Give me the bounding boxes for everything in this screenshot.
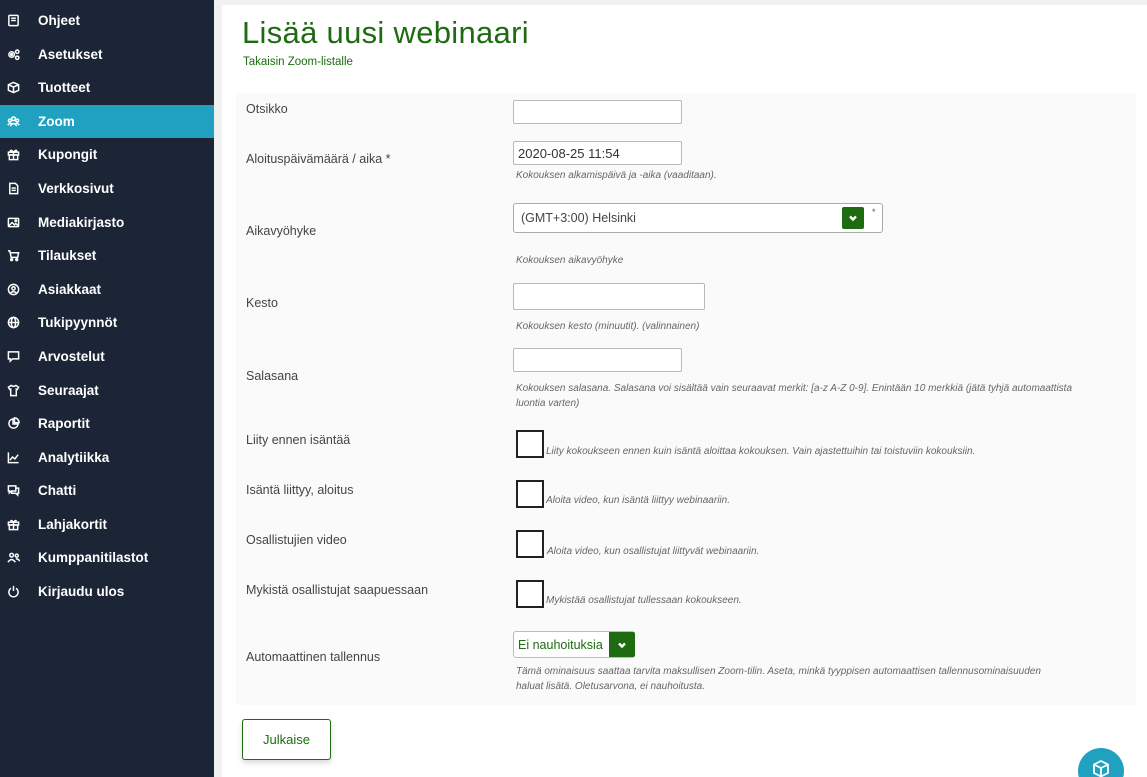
auto-recording-value: Ei nauhoituksia <box>518 637 603 652</box>
timezone-value: (GMT+3:00) Helsinki <box>521 211 636 225</box>
sidebar-item-analytiikka[interactable]: Analytiikka <box>0 441 214 474</box>
host-video-label: Isäntä liittyy, aloitus <box>246 483 354 497</box>
sidebar-item-label: Tilaukset <box>38 248 97 263</box>
duration-label: Kesto <box>246 296 278 310</box>
password-help: Kokouksen salasana. Salasana voi sisältä… <box>516 383 1073 409</box>
start-datetime-input[interactable] <box>513 141 682 165</box>
timezone-help: Kokouksen aikavyöhyke <box>516 255 624 266</box>
sidebar-item-arvostelut[interactable]: Arvostelut <box>0 340 214 373</box>
sidebar-item-tukipyynnot[interactable]: Tukipyynnöt <box>0 306 214 339</box>
chevron-down-icon[interactable] <box>842 207 864 229</box>
sidebar-item-label: Verkkosivut <box>38 181 114 196</box>
sidebar-item-label: Kupongit <box>38 147 98 162</box>
sidebar-item-zoom[interactable]: Zoom <box>0 105 214 138</box>
title-label: Otsikko <box>246 102 288 116</box>
gift-card-icon <box>6 518 20 532</box>
gears-icon <box>6 48 20 62</box>
main-content: Lisää uusi webinaari Takaisin Zoom-lista… <box>222 5 1147 777</box>
chevron-down-icon[interactable] <box>609 632 635 657</box>
shirt-icon <box>6 384 20 398</box>
sidebar-item-raportit[interactable]: Raportit <box>0 407 214 440</box>
sidebar-item-label: Seuraajat <box>38 383 99 398</box>
file-icon <box>6 182 20 196</box>
back-to-zoom-list-link[interactable]: Takaisin Zoom-listalle <box>243 56 353 68</box>
power-icon <box>6 585 20 599</box>
participant-video-checkbox[interactable] <box>516 530 544 558</box>
line-chart-icon <box>6 451 20 465</box>
sidebar-item-chatti[interactable]: Chatti <box>0 474 214 507</box>
comment-icon <box>6 350 20 364</box>
sidebar-item-label: Tukipyynnöt <box>38 315 118 330</box>
join-before-host-checkbox[interactable] <box>516 430 544 458</box>
image-icon <box>6 216 20 230</box>
sidebar-item-tuotteet[interactable]: Tuotteet <box>0 71 214 104</box>
join-before-host-help: Liity kokoukseen ennen kuin isäntä aloit… <box>546 446 976 457</box>
sidebar-item-mediakirjasto[interactable]: Mediakirjasto <box>0 206 214 239</box>
sidebar-item-seuraajat[interactable]: Seuraajat <box>0 374 214 407</box>
sidebar-item-label: Arvostelut <box>38 349 105 364</box>
book-icon <box>6 14 20 28</box>
sidebar-item-verkkosivut[interactable]: Verkkosivut <box>0 172 214 205</box>
sidebar-item-label: Tuotteet <box>38 80 91 95</box>
gift-icon <box>6 148 20 162</box>
required-asterisk: * <box>872 207 876 217</box>
start-datetime-help: Kokouksen alkamispäivä ja -aika (vaadita… <box>516 170 717 181</box>
host-video-help: Aloita video, kun isäntä liittyy webinaa… <box>546 495 730 506</box>
host-video-checkbox[interactable] <box>516 480 544 508</box>
sidebar-item-kupongit[interactable]: Kupongit <box>0 138 214 171</box>
sidebar-item-label: Kumppanitilastot <box>38 550 149 565</box>
sidebar-item-label: Mediakirjasto <box>38 215 125 230</box>
cube-icon <box>1091 759 1111 777</box>
title-input[interactable] <box>513 100 682 124</box>
sidebar-item-kirjaudu-ulos[interactable]: Kirjaudu ulos <box>0 575 214 608</box>
users-icon <box>6 115 20 129</box>
mute-on-entry-help: Mykistää osallistujat tullessaan kokouks… <box>546 595 742 606</box>
sidebar-item-asiakkaat[interactable]: Asiakkaat <box>0 273 214 306</box>
sidebar-item-label: Analytiikka <box>38 450 110 465</box>
sidebar-item-kumppanitilastot[interactable]: Kumppanitilastot <box>0 541 214 574</box>
mute-on-entry-checkbox[interactable] <box>516 580 544 608</box>
participant-video-help: Aloita video, kun osallistujat liittyvät… <box>547 546 760 557</box>
mute-on-entry-label: Mykistä osallistujat saapuessaan <box>246 583 429 597</box>
user-circle-icon <box>6 283 20 297</box>
sidebar-item-label: Asiakkaat <box>38 282 102 297</box>
page-title: Lisää uusi webinaari <box>242 15 529 50</box>
partners-icon <box>6 551 20 565</box>
join-before-host-label: Liity ennen isäntää <box>246 433 351 447</box>
password-label: Salasana <box>246 369 299 383</box>
chat-icon <box>6 484 20 498</box>
sidebar-item-label: Lahjakortit <box>38 517 108 532</box>
sidebar: Ohjeet Asetukset Tuotteet Zoom Kupongit … <box>0 0 214 777</box>
duration-input[interactable] <box>513 283 705 310</box>
pie-chart-icon <box>6 417 20 431</box>
publish-button[interactable]: Julkaise <box>242 719 331 760</box>
sidebar-item-asetukset[interactable]: Asetukset <box>0 38 214 71</box>
start-datetime-label: Aloituspäivämäärä / aika * <box>246 152 391 166</box>
auto-recording-help: Tämä ominaisuus saattaa tarvita maksulli… <box>516 666 1041 692</box>
sidebar-item-label: Kirjaudu ulos <box>38 584 125 599</box>
box-icon <box>6 81 20 95</box>
password-input[interactable] <box>513 348 682 372</box>
sidebar-item-ohjeet[interactable]: Ohjeet <box>0 4 214 37</box>
sidebar-item-label: Ohjeet <box>38 13 81 28</box>
sidebar-item-tilaukset[interactable]: Tilaukset <box>0 239 214 272</box>
auto-recording-select[interactable]: Ei nauhoituksia <box>513 631 635 658</box>
timezone-select[interactable]: (GMT+3:00) Helsinki * <box>513 203 883 233</box>
webinar-form: Otsikko Aloituspäivämäärä / aika * Kokou… <box>236 93 1136 705</box>
sidebar-item-label: Asetukset <box>38 47 103 62</box>
participant-video-label: Osallistujien video <box>246 533 347 547</box>
sidebar-item-lahjakortit[interactable]: Lahjakortit <box>0 508 214 541</box>
cart-icon <box>6 249 20 263</box>
timezone-label: Aikavyöhyke <box>246 224 317 238</box>
auto-recording-label: Automaattinen tallennus <box>246 650 381 664</box>
sidebar-item-label: Chatti <box>38 483 77 498</box>
sidebar-item-label: Zoom <box>38 114 75 129</box>
duration-help: Kokouksen kesto (minuutit). (valinnainen… <box>516 321 700 332</box>
globe-icon <box>6 316 20 330</box>
sidebar-item-label: Raportit <box>38 416 90 431</box>
